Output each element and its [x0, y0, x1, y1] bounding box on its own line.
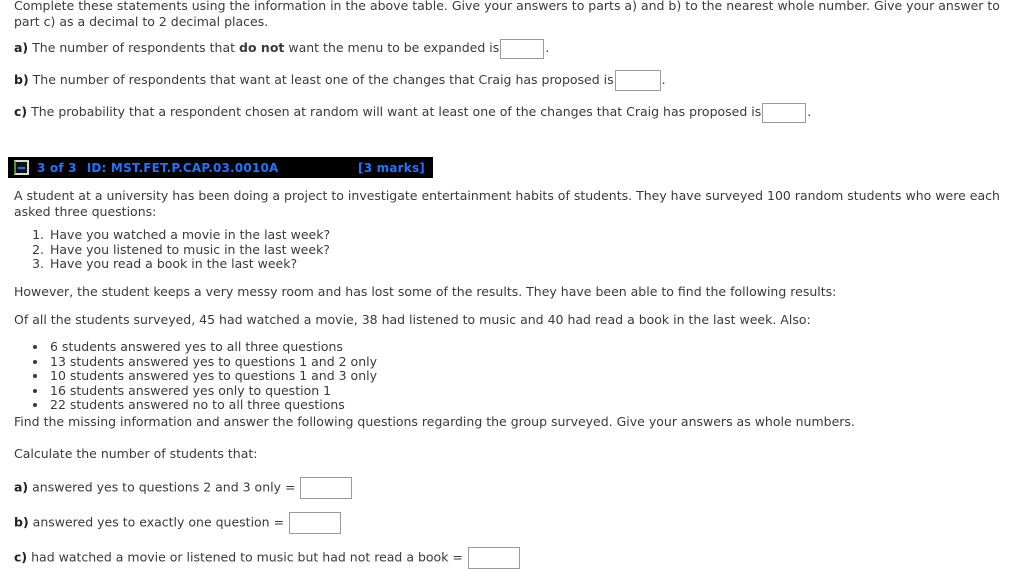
answer-part-c-input[interactable] — [467, 547, 520, 569]
worksheet-page: Complete these statements using the info… — [0, 0, 1024, 569]
list-item: 13 students answered yes to questions 1 … — [48, 354, 1024, 369]
list-item: Have you read a book in the last week? — [48, 257, 1024, 271]
answer-part-a-label: a) — [14, 479, 29, 495]
previous-part-a-row: a) The number of respondents that do not… — [0, 38, 1010, 59]
question-instruction: Find the missing information and answer … — [14, 414, 855, 429]
question-header-bar: 3 of 3 ID: MST.FET.P.CAP.03.0010A [3 mar… — [8, 157, 433, 178]
question-body: A student at a university has been doing… — [0, 188, 1024, 413]
minus-icon[interactable] — [14, 160, 29, 175]
previous-question-intro: Complete these statements using the info… — [14, 0, 1000, 29]
question-prompt: Calculate the number of students that: — [14, 446, 258, 461]
previous-part-b-row: b) The number of respondents that want a… — [0, 70, 1010, 91]
list-item: 22 students answered no to all three que… — [48, 398, 1024, 412]
previous-part-a-text-before: The number of respondents that — [32, 40, 236, 55]
list-item: Have you listened to music in the last w… — [48, 242, 1024, 257]
previous-part-c-label: c) — [14, 104, 28, 119]
answer-part-a-text: answered yes to questions 2 and 3 only = — [32, 479, 296, 495]
previous-part-c-period: . — [807, 104, 812, 119]
previous-part-b-text: The number of respondents that want at l… — [32, 72, 614, 87]
previous-part-a-input[interactable] — [500, 38, 545, 59]
answer-part-b-row: b) answered yes to exactly one question … — [0, 512, 1024, 534]
previous-part-b-label: b) — [14, 72, 29, 87]
list-item: 16 students answered yes only to questio… — [48, 383, 1024, 398]
answer-part-a-input[interactable] — [300, 477, 353, 499]
previous-part-a-label: a) — [14, 40, 29, 55]
answer-part-a-row: a) answered yes to questions 2 and 3 onl… — [0, 477, 1024, 499]
answer-part-c-row: c) had watched a movie or listened to mu… — [0, 547, 1024, 569]
survey-questions-list: Have you watched a movie in the last wee… — [0, 228, 1024, 271]
answer-part-b-text: answered yes to exactly one question = — [32, 514, 285, 530]
previous-part-b-period: . — [661, 72, 666, 87]
list-item: 10 students answered yes to questions 1 … — [48, 369, 1024, 383]
previous-part-a-period: . — [545, 40, 550, 55]
list-item: 6 students answered yes to all three que… — [48, 340, 1024, 354]
findings-list: 6 students answered yes to all three que… — [0, 340, 1024, 412]
previous-part-c-input[interactable] — [762, 102, 807, 123]
answer-part-b-label: b) — [14, 514, 29, 530]
question-marks-badge: [3 marks] — [358, 160, 425, 175]
question-answers-section: Find the missing information and answer … — [0, 412, 1024, 569]
previous-part-c-text: The probability that a respondent chosen… — [31, 104, 762, 119]
answer-part-c-text: had watched a movie or listened to music… — [31, 549, 463, 565]
minus-icon-glyph — [18, 166, 25, 169]
previous-part-a-bold-text: do not — [239, 40, 285, 55]
previous-part-c-row: c) The probability that a respondent cho… — [0, 102, 1010, 123]
list-item: Have you watched a movie in the last wee… — [48, 228, 1024, 242]
question-number: 3 of 3 — [37, 160, 77, 175]
question-id: ID: MST.FET.P.CAP.03.0010A — [86, 160, 279, 175]
previous-part-b-input[interactable] — [614, 70, 661, 91]
answer-part-b-input[interactable] — [289, 512, 342, 534]
previous-part-a-text-after: want the menu to be expanded is — [288, 40, 500, 55]
answer-part-c-label: c) — [14, 549, 28, 565]
question-context-1: However, the student keeps a very messy … — [14, 284, 837, 299]
question-context-2: Of all the students surveyed, 45 had wat… — [14, 312, 811, 327]
question-intro: A student at a university has been doing… — [14, 188, 1000, 219]
